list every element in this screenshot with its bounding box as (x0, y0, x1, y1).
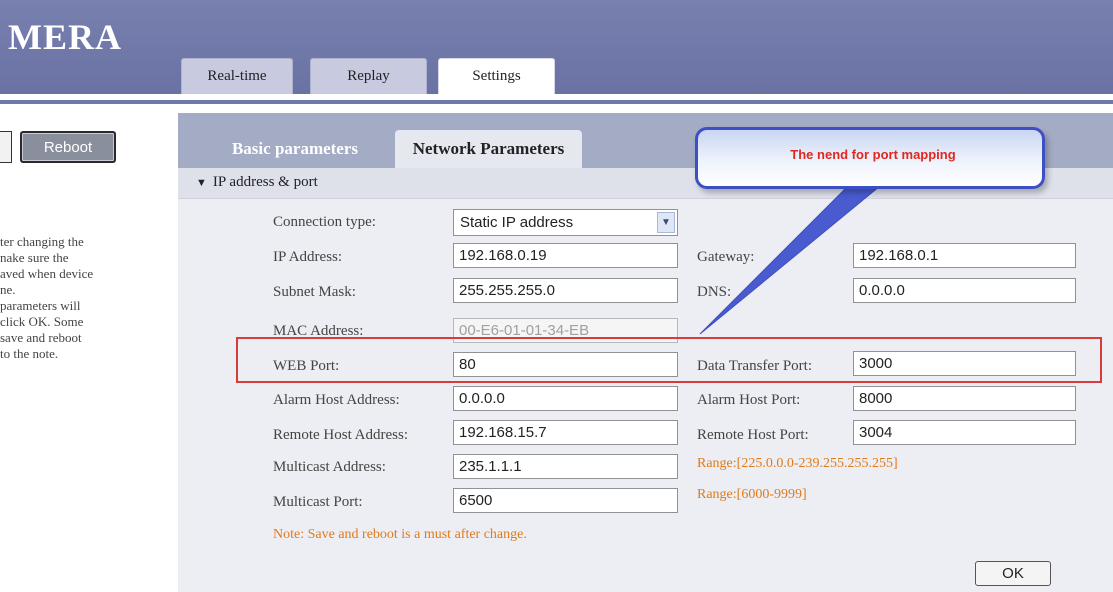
tab-replay[interactable]: Replay (310, 58, 427, 94)
connection-type-select[interactable]: Static IP address ▼ (453, 209, 678, 236)
reboot-button[interactable]: Reboot (20, 131, 116, 163)
ok-button[interactable]: OK (975, 561, 1051, 586)
save-reboot-note: Note: Save and reboot is a must after ch… (273, 527, 527, 542)
chevron-down-icon[interactable]: ▼ (657, 212, 675, 233)
remote-host-port-input[interactable] (853, 420, 1076, 445)
dns-input[interactable] (853, 278, 1076, 303)
help-line: parameters will (0, 298, 81, 313)
tab-network-parameters[interactable]: Network Parameters (395, 130, 582, 168)
help-line: ter changing the (0, 234, 84, 249)
side-help-text: ter changing the nake sure the aved when… (0, 234, 172, 362)
help-line: aved when device (0, 266, 94, 281)
multicast-port-input[interactable] (453, 488, 678, 513)
multicast-port-label: Multicast Port: (273, 494, 363, 510)
callout-text: The nend for port mapping (790, 147, 956, 162)
help-line: click OK. Some (0, 314, 84, 329)
brand-title: MERA (8, 17, 122, 57)
tab-real-time[interactable]: Real-time (181, 58, 293, 94)
tab-basic-parameters[interactable]: Basic parameters (210, 130, 380, 168)
remote-host-address-input[interactable] (453, 420, 678, 445)
alarm-host-address-input[interactable] (453, 386, 678, 411)
ip-address-label: IP Address: (273, 249, 343, 265)
port-highlight-box (236, 337, 1102, 383)
tab-settings[interactable]: Settings (438, 58, 555, 94)
collapse-triangle-icon: ▼ (196, 177, 207, 189)
ip-address-input[interactable] (453, 243, 678, 268)
subnet-mask-label: Subnet Mask: (273, 284, 356, 300)
alarm-host-port-input[interactable] (853, 386, 1076, 411)
help-line: ne. (0, 282, 16, 297)
connection-type-label: Connection type: (273, 214, 376, 230)
multicast-port-range: Range:[6000-9999] (697, 487, 807, 502)
header-divider (0, 100, 1113, 104)
subnet-mask-input[interactable] (453, 278, 678, 303)
remote-host-address-label: Remote Host Address: (273, 427, 408, 443)
dns-label: DNS: (697, 284, 732, 300)
multicast-address-input[interactable] (453, 454, 678, 479)
section-title[interactable]: ▼ IP address & port (196, 174, 318, 191)
help-line: save and reboot (0, 330, 82, 345)
alarm-host-port-label: Alarm Host Port: (697, 392, 801, 408)
connection-type-value: Static IP address (460, 214, 574, 231)
help-line: nake sure the (0, 250, 69, 265)
multicast-address-label: Multicast Address: (273, 459, 386, 475)
gateway-label: Gateway: (697, 249, 755, 265)
section-title-label: IP address & port (212, 174, 318, 190)
multicast-address-range: Range:[225.0.0.0-239.255.255.255] (697, 456, 898, 471)
alarm-host-address-label: Alarm Host Address: (273, 392, 400, 408)
remote-host-port-label: Remote Host Port: (697, 427, 809, 443)
app-header: MERA (0, 0, 1113, 94)
gateway-input[interactable] (853, 243, 1076, 268)
help-line: to the note. (0, 346, 59, 361)
cropped-button[interactable] (0, 131, 12, 163)
